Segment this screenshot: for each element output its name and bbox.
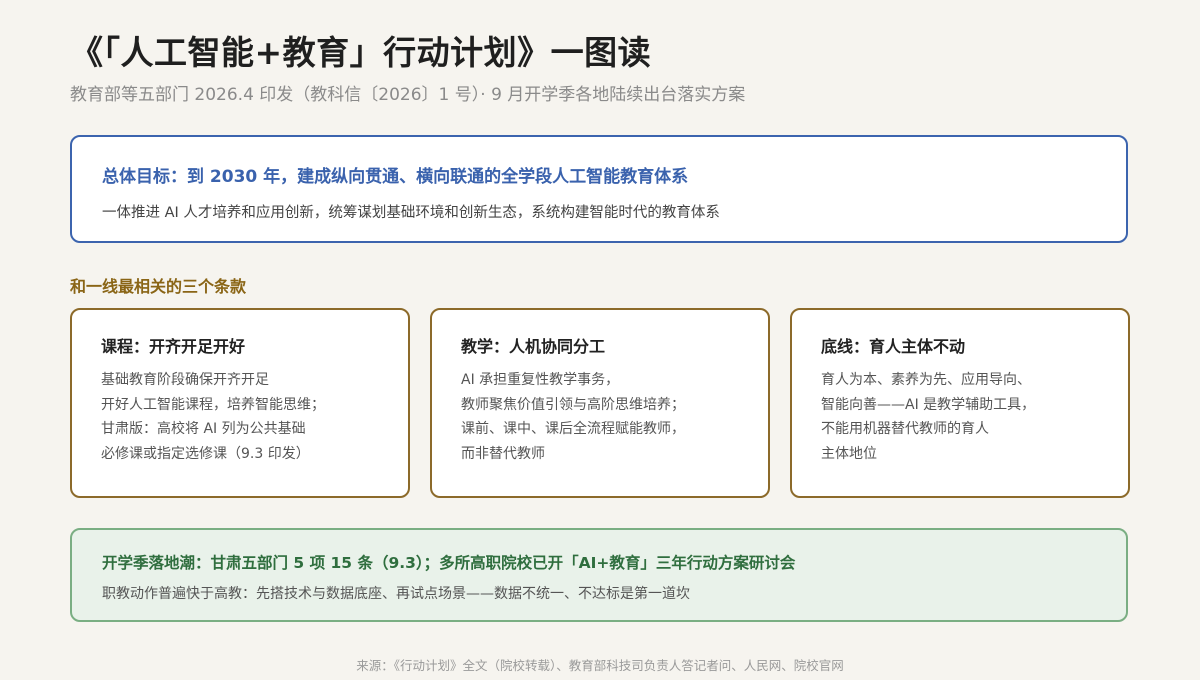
clause-card-bottom-line: 底线：育人主体不动 育人为本、素养为先、应用导向、 智能向善——AI 是教学辅助… [790,308,1130,498]
clause-body: AI 承担重复性教学事务， 教师聚焦价值引领与高阶思维培养； 课前、课中、课后全… [461,368,685,466]
clause-line: 必修课或指定选修课（9.3 印发） [101,445,310,462]
clause-line: AI 承担重复性教学事务， [461,372,620,388]
clause-line: 而非替代教师 [461,445,545,462]
clause-line: 智能向善——AI 是教学辅助工具， [821,396,1036,413]
page-subtitle: 教育部等五部门 2026.4 印发（教科信〔2026〕1 号）· 9 月开学季各… [70,85,746,105]
clause-title: 课程：开齐开足开好 [101,337,246,356]
clause-line: 育人为本、素养为先、应用导向、 [821,372,1031,388]
clause-line: 主体地位 [821,445,877,462]
semester-rollout-description: 职教动作普遍快于高教：先搭技术与数据底座、再试点场景——数据不统一、不达标是第一… [102,586,690,602]
semester-rollout-title: 开学季落地潮：甘肃五部门 5 项 15 条（9.3）；多所高职院校已开「AI+教… [102,554,796,572]
clause-line: 课前、课中、课后全流程赋能教师， [461,421,685,437]
page-title: 《「人工智能+教育」行动计划》一图读 [70,33,652,72]
overall-goal-description: 一体推进 AI 人才培养和应用创新，统筹谋划基础环境和创新生态，系统构建智能时代… [102,205,720,221]
clause-line: 基础教育阶段确保开齐开足 [101,372,269,388]
clauses-section-heading: 和一线最相关的三个条款 [70,277,247,296]
clause-title: 底线：育人主体不动 [821,337,966,356]
clause-body: 育人为本、素养为先、应用导向、 智能向善——AI 是教学辅助工具， 不能用机器替… [821,368,1035,466]
clause-line: 教师聚焦价值引领与高阶思维培养； [461,396,685,413]
semester-rollout-box: 开学季落地潮：甘肃五部门 5 项 15 条（9.3）；多所高职院校已开「AI+教… [70,528,1128,622]
clause-card-curriculum: 课程：开齐开足开好 基础教育阶段确保开齐开足 开好人工智能课程，培养智能思维； … [70,308,410,498]
overall-goal-box: 总体目标：到 2030 年，建成纵向贯通、横向联通的全学段人工智能教育体系 一体… [70,135,1128,243]
clause-card-teaching: 教学：人机协同分工 AI 承担重复性教学事务， 教师聚焦价值引领与高阶思维培养；… [430,308,770,498]
clause-line: 不能用机器替代教师的育人 [821,421,989,437]
clause-body: 基础教育阶段确保开齐开足 开好人工智能课程，培养智能思维； 甘肃版：高校将 AI… [101,368,325,466]
clause-title: 教学：人机协同分工 [461,337,606,356]
source-footnote: 来源：《行动计划》全文（院校转载）、教育部科技司负责人答记者问、人民网、院校官网 [356,658,844,673]
clause-line: 甘肃版：高校将 AI 列为公共基础 [101,421,306,437]
clause-line: 开好人工智能课程，培养智能思维； [101,396,325,413]
overall-goal-title: 总体目标：到 2030 年，建成纵向贯通、横向联通的全学段人工智能教育体系 [102,167,689,187]
